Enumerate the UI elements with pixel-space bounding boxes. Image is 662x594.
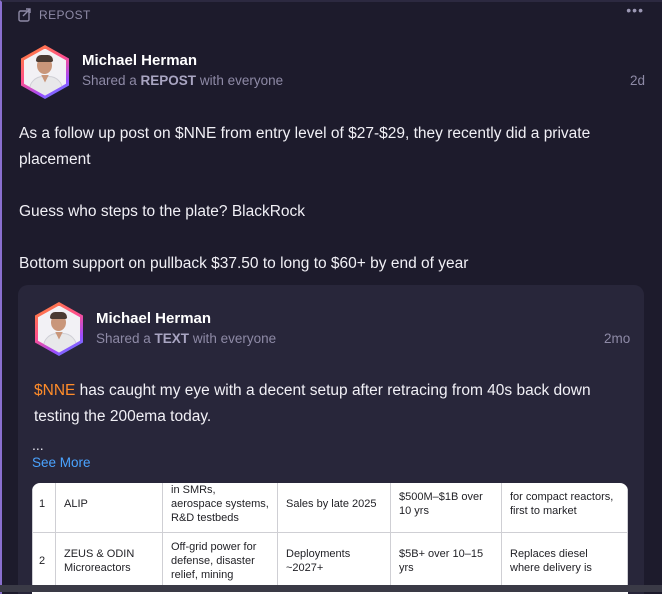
post-time: 2d <box>630 73 646 88</box>
table-cell: ZEUS & ODIN Microreactors <box>55 532 163 590</box>
repost-icon <box>18 8 31 22</box>
table-cell: Replaces diesel where delivery is <box>501 532 628 590</box>
quoted-author-name[interactable]: Michael Herman <box>96 310 211 327</box>
quoted-ellipsis: ... <box>32 437 44 453</box>
quoted-text: $NNE has caught my eye with a decent set… <box>34 382 591 425</box>
table-cell: 1 <box>32 483 56 533</box>
quoted-post-time: 2mo <box>604 331 631 346</box>
see-more-link[interactable]: See More <box>32 455 91 470</box>
table-cell: $5B+ over 10–15 yrs <box>390 532 502 590</box>
post-paragraph-2: Guess who steps to the plate? BlackRock <box>19 203 306 220</box>
table-cell: 2 <box>32 532 56 590</box>
quoted-share-info: Shared a TEXT with everyone <box>96 331 277 346</box>
share-info: Shared a REPOST with everyone <box>82 73 284 88</box>
repost-header: REPOST <box>18 8 91 22</box>
table-row: 2 ZEUS & ODIN Microreactors Off-grid pow… <box>32 532 628 590</box>
avatar[interactable] <box>21 45 69 99</box>
table-cell: ALIP <box>55 483 163 533</box>
table-cell: Deployments ~2027+ <box>277 532 391 590</box>
author-name[interactable]: Michael Herman <box>82 52 197 69</box>
table-cell: in SMRs, aerospace systems, R&D testbeds <box>162 483 278 533</box>
share-type: REPOST <box>140 73 197 88</box>
quoted-avatar[interactable] <box>35 302 83 356</box>
repost-card: REPOST ••• Michael Herman Shared a REPOS… <box>0 0 662 594</box>
more-options-icon[interactable]: ••• <box>626 2 644 18</box>
table-cell: $500M–$1B over 10 yrs <box>390 483 502 533</box>
post-paragraph-1: As a follow up post on $NNE from entry l… <box>19 125 591 168</box>
attached-table: 1 ALIP in SMRs, aerospace systems, R&D t… <box>32 483 628 590</box>
quoted-post[interactable]: Michael Herman Shared a TEXT with everyo… <box>18 285 644 594</box>
table-cell: Sales by late 2025 <box>277 483 391 533</box>
window-bottom-edge <box>0 585 662 592</box>
ticker-link[interactable]: $NNE <box>34 382 75 399</box>
attached-table-image[interactable]: 1 ALIP in SMRs, aerospace systems, R&D t… <box>32 483 628 594</box>
table-cell: Off-grid power for defense, disaster rel… <box>162 532 278 590</box>
table-cell: for compact reactors, first to market <box>501 483 628 533</box>
post-paragraph-3: Bottom support on pullback $37.50 to lon… <box>19 255 469 272</box>
quoted-share-type: TEXT <box>154 331 190 346</box>
repost-label: REPOST <box>39 8 91 22</box>
table-row: 1 ALIP in SMRs, aerospace systems, R&D t… <box>32 483 628 533</box>
